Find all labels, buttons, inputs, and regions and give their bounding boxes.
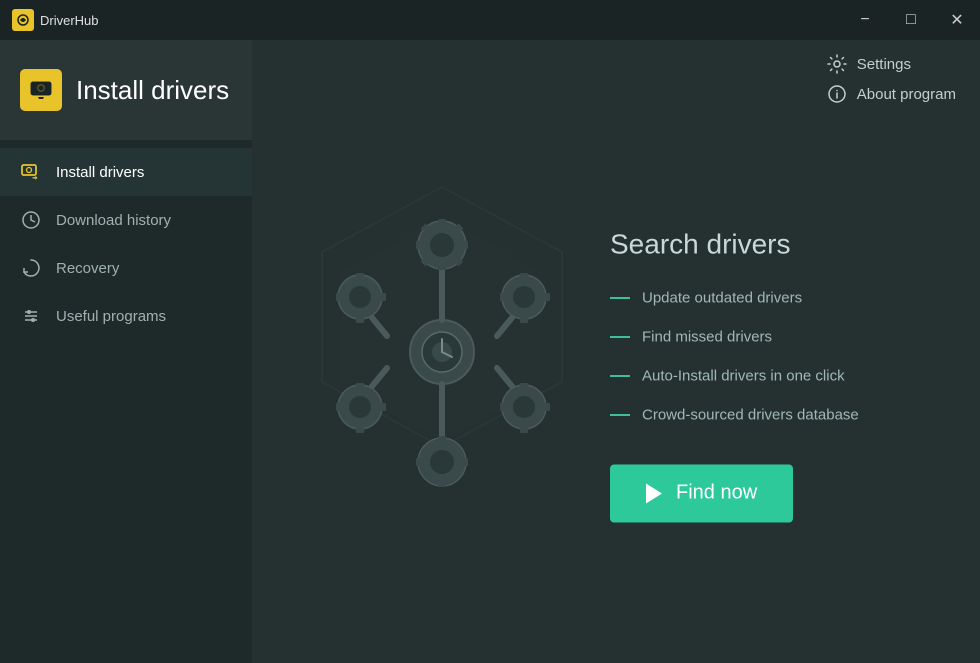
feature-item-4: — Crowd-sourced drivers database (610, 403, 950, 426)
feature-item-2: — Find missed drivers (610, 325, 950, 348)
recovery-icon (20, 257, 42, 279)
titlebar: DriverHub − □ ✕ (0, 0, 980, 40)
feature-dash-2: — (610, 325, 630, 348)
play-icon (646, 483, 662, 503)
install-drivers-icon (20, 161, 42, 183)
feature-dash-1: — (610, 286, 630, 309)
feature-item-1: — Update outdated drivers (610, 286, 950, 309)
sidebar-logo-icon (20, 69, 62, 111)
useful-programs-icon (20, 305, 42, 327)
useful-programs-label: Useful programs (56, 308, 166, 325)
logo-icon (12, 9, 34, 31)
find-now-label: Find now (676, 482, 757, 505)
about-label: About program (857, 86, 956, 103)
window-controls: − □ ✕ (842, 0, 980, 40)
feature-text-1: Update outdated drivers (642, 289, 802, 306)
minimize-button[interactable]: − (842, 0, 888, 40)
sidebar-item-recovery[interactable]: Recovery (0, 244, 252, 292)
feature-text-4: Crowd-sourced drivers database (642, 406, 859, 423)
right-panel: Search drivers — Update outdated drivers… (610, 228, 950, 522)
sidebar: Install drivers Install drivers (0, 40, 252, 663)
download-history-label: Download history (56, 212, 171, 229)
recovery-label: Recovery (56, 260, 119, 277)
sidebar-header: Install drivers (0, 40, 252, 140)
install-drivers-label: Install drivers (56, 164, 144, 181)
feature-list: — Update outdated drivers — Find missed … (610, 286, 950, 426)
maximize-button[interactable]: □ (888, 0, 934, 40)
feature-text-3: Auto-Install drivers in one click (642, 367, 845, 384)
about-button[interactable]: About program (827, 84, 956, 104)
sidebar-item-useful-programs[interactable]: Useful programs (0, 292, 252, 340)
download-history-icon (20, 209, 42, 231)
app-title: DriverHub (40, 13, 99, 28)
app-logo: DriverHub (12, 9, 99, 31)
feature-dash-3: — (610, 364, 630, 387)
close-button[interactable]: ✕ (934, 0, 980, 40)
hex-decoration (282, 167, 602, 537)
feature-item-3: — Auto-Install drivers in one click (610, 364, 950, 387)
settings-label: Settings (857, 56, 911, 73)
find-now-button[interactable]: Find now (610, 464, 793, 522)
sidebar-item-download-history[interactable]: Download history (0, 196, 252, 244)
settings-panel: Settings About program (803, 40, 980, 118)
feature-dash-4: — (610, 403, 630, 426)
feature-text-2: Find missed drivers (642, 328, 772, 345)
sidebar-item-install-drivers[interactable]: Install drivers (0, 148, 252, 196)
content-area: Settings About program (252, 40, 980, 663)
main-layout: Install drivers Install drivers (0, 40, 980, 663)
sidebar-header-title: Install drivers (76, 75, 229, 106)
settings-button[interactable]: Settings (827, 54, 956, 74)
search-title: Search drivers (610, 228, 950, 260)
sidebar-nav: Install drivers Download history (0, 140, 252, 663)
